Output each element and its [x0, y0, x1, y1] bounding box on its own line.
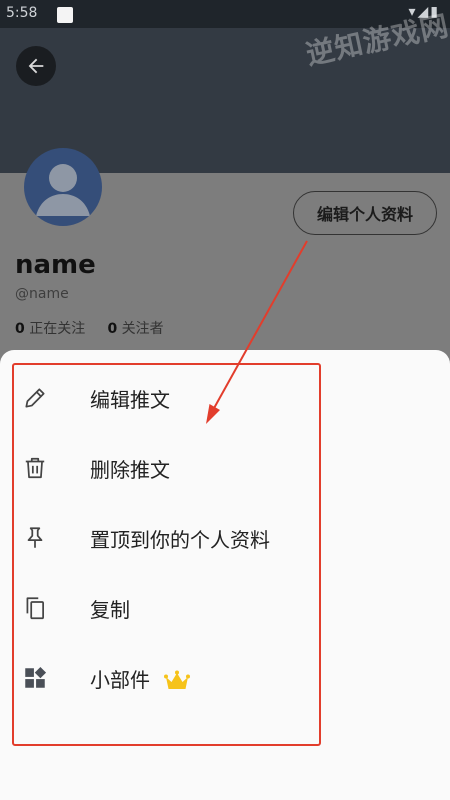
trash-icon — [21, 454, 49, 482]
menu-item-delete-tweet[interactable]: 删除推文 — [0, 433, 450, 503]
menu-item-label: 删除推文 — [90, 457, 170, 482]
copy-icon — [21, 594, 49, 622]
crown-icon — [164, 670, 191, 689]
back-button[interactable] — [16, 46, 56, 86]
menu-item-widgets[interactable]: 小部件 — [0, 643, 450, 713]
menu-item-edit-tweet[interactable]: 编辑推文 — [0, 363, 450, 433]
avatar[interactable] — [24, 148, 102, 226]
pencil-icon — [21, 384, 49, 412]
tweet-options-sheet: 编辑推文 删除推文 置顶到你的个人资料 复制 小部件 — [0, 350, 450, 800]
menu-item-label: 编辑推文 — [90, 387, 170, 412]
menu-item-label: 置顶到你的个人资料 — [90, 527, 270, 552]
status-time: 5:58 — [6, 5, 38, 21]
follow-stats: 0 正在关注 0 关注者 — [15, 318, 164, 338]
default-avatar-icon — [36, 164, 90, 216]
widgets-label: 小部件 — [90, 667, 150, 692]
following-label[interactable]: 正在关注 — [29, 321, 85, 337]
widgets-icon — [21, 664, 49, 692]
followers-count[interactable]: 0 — [107, 321, 117, 337]
screen: 5:58 ▾◢▮ 逆知游戏网 编辑个人资料 name @name 0 正在关注 … — [0, 0, 450, 800]
following-count[interactable]: 0 — [15, 321, 25, 337]
menu-item-label: 复制 — [90, 597, 130, 622]
followers-label[interactable]: 关注者 — [122, 321, 164, 337]
edit-profile-button[interactable]: 编辑个人资料 — [293, 191, 437, 235]
profile-name: name — [15, 250, 96, 280]
menu-item-pin-to-profile[interactable]: 置顶到你的个人资料 — [0, 503, 450, 573]
arrow-left-icon — [28, 58, 44, 74]
profile-handle: @name — [15, 286, 69, 302]
menu-item-label: 小部件 — [90, 664, 191, 693]
notification-icon — [57, 7, 73, 23]
pin-icon — [21, 524, 49, 552]
menu-item-copy[interactable]: 复制 — [0, 573, 450, 643]
